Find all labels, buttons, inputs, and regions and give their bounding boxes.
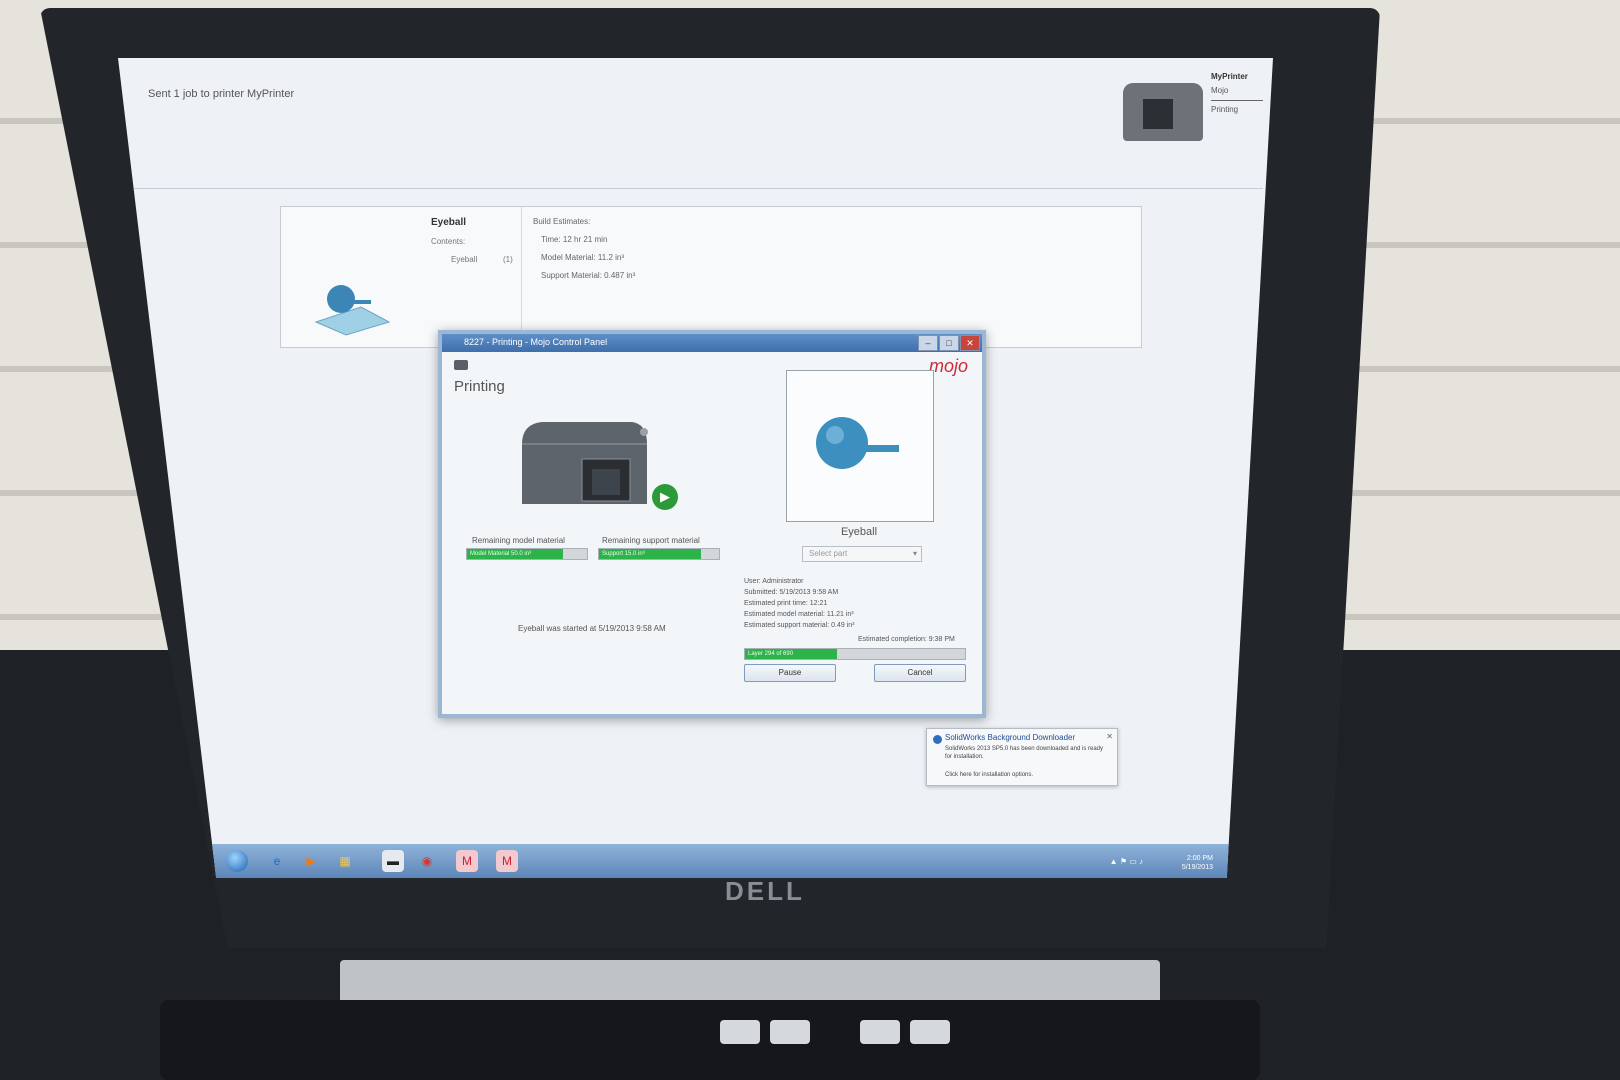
model-material-bar: Model Material 50.0 in³ — [466, 548, 588, 560]
internet-explorer-icon[interactable]: e — [266, 850, 288, 872]
job-title: Eyeball — [431, 217, 467, 228]
close-button[interactable]: ✕ — [960, 335, 980, 351]
header-divider — [128, 188, 1263, 189]
terminal-icon[interactable]: ▬ — [382, 850, 404, 872]
mojo-control-icon[interactable]: M — [496, 850, 518, 872]
minimize-button[interactable]: – — [918, 335, 938, 351]
dialog-title: 8227 - Printing - Mojo Control Panel — [464, 337, 608, 347]
maximize-button[interactable]: □ — [939, 335, 959, 351]
printer-status: Printing — [1211, 105, 1239, 114]
remaining-model-label: Remaining model material — [472, 536, 565, 545]
info-estimated-support: Estimated support material: 0.49 in³ — [744, 622, 855, 629]
info-icon — [933, 735, 942, 744]
play-icon: ▶ — [652, 484, 678, 510]
keyboard-key — [910, 1020, 950, 1044]
notification-body: SolidWorks 2013 SP5.0 has been downloade… — [945, 746, 1103, 760]
start-button[interactable] — [226, 850, 248, 872]
keyboard-key — [860, 1020, 900, 1044]
mojo-logo: mojo — [928, 356, 968, 376]
part-preview — [786, 370, 934, 522]
job-card-divider — [521, 207, 522, 347]
tray-icons[interactable]: ▲ ⚑ ▭ ♪ — [1110, 857, 1143, 866]
notification-toast[interactable]: SolidWorks Background Downloader ✕ Solid… — [926, 728, 1118, 786]
job-item-count: (1) — [503, 255, 513, 264]
cancel-button[interactable]: Cancel — [874, 664, 966, 682]
printer-icon — [454, 360, 468, 370]
screen: Sent 1 job to printer MyPrinter MyPrinte… — [118, 58, 1273, 878]
info-user: User: Administrator — [744, 578, 804, 585]
info-estimated-time: Estimated print time: 12:21 — [744, 600, 828, 607]
model-material-bar-text: Model Material 50.0 in³ — [470, 551, 532, 557]
printer-panel[interactable]: MyPrinter Mojo Printing — [1211, 70, 1263, 117]
taskbar: e ▶ ▦ ▬ ◉ M M ▲ ⚑ ▭ ♪ 2:00 PM 5/19/2013 — [118, 844, 1273, 878]
chrome-icon[interactable]: ◉ — [416, 850, 438, 872]
close-icon[interactable]: ✕ — [1106, 732, 1113, 741]
media-player-icon[interactable]: ▶ — [300, 850, 322, 872]
status-message: Sent 1 job to printer MyPrinter — [148, 88, 295, 100]
printer-illustration-icon — [522, 422, 648, 504]
job-card[interactable]: Eyeball Contents: Eyeball (1) Build Esti… — [280, 206, 1142, 348]
printer-name: MyPrinter — [1211, 72, 1248, 81]
job-progress-text: Layer 294 of 690 — [748, 651, 794, 657]
job-item-name: Eyeball — [451, 255, 478, 264]
support-material-bar: Support 15.0 in³ — [598, 548, 720, 560]
info-submitted: Submitted: 5/19/2013 9:58 AM — [744, 589, 839, 596]
dialog-heading: Printing — [454, 378, 505, 395]
model-preview-icon — [314, 285, 391, 336]
remaining-support-label: Remaining support material — [602, 536, 700, 545]
job-contents-label: Contents: — [431, 237, 466, 246]
keyboard — [160, 1000, 1260, 1080]
support-material-bar-text: Support 15.0 in³ — [602, 551, 645, 557]
chevron-down-icon: ▾ — [912, 549, 917, 558]
select-part-value: Select part — [809, 549, 848, 558]
select-part-dropdown[interactable]: Select part ▾ — [802, 546, 922, 562]
estimate-support-material: Support Material: 0.487 in³ — [541, 271, 636, 280]
part-name: Eyeball — [840, 526, 878, 538]
pause-button[interactable]: Pause — [744, 664, 836, 682]
printer-model: Mojo — [1211, 86, 1229, 95]
keyboard-key — [770, 1020, 810, 1044]
clock-date: 5/19/2013 — [1181, 864, 1213, 871]
monitor-brand: DELL — [725, 876, 805, 906]
printing-dialog: 8227 - Printing - Mojo Control Panel – □… — [438, 330, 986, 718]
job-started-text: Eyeball was started at 5/19/2013 9:58 AM — [518, 624, 666, 633]
clock[interactable]: 2:00 PM 5/19/2013 — [1182, 854, 1213, 872]
notification-title: SolidWorks Background Downloader — [945, 733, 1076, 742]
clock-time: 2:00 PM — [1186, 855, 1213, 862]
estimate-model-material: Model Material: 11.2 in³ — [541, 253, 624, 262]
job-progress-bar: Layer 294 of 690 — [744, 648, 966, 660]
support-material-fill: Support 15.0 in³ — [599, 549, 701, 559]
keyboard-key — [720, 1020, 760, 1044]
dialog-titlebar[interactable]: 8227 - Printing - Mojo Control Panel – □… — [442, 334, 982, 352]
build-estimates-label: Build Estimates: — [533, 217, 591, 226]
job-progress-fill: Layer 294 of 690 — [745, 649, 838, 659]
estimate-time: Time: 12 hr 21 min — [541, 235, 608, 244]
model-material-fill: Model Material 50.0 in³ — [467, 549, 563, 559]
estimated-completion: Estimated completion: 9:38 PM — [858, 636, 955, 643]
folder-icon[interactable]: ▦ — [334, 850, 356, 872]
eyeball-model-icon — [816, 417, 899, 469]
info-estimated-model: Estimated model material: 11.21 in³ — [744, 611, 854, 618]
printer-thumbnail[interactable] — [1123, 83, 1203, 141]
notification-link[interactable]: Click here for installation options. — [945, 772, 1033, 778]
mojo-app-icon[interactable]: M — [456, 850, 478, 872]
